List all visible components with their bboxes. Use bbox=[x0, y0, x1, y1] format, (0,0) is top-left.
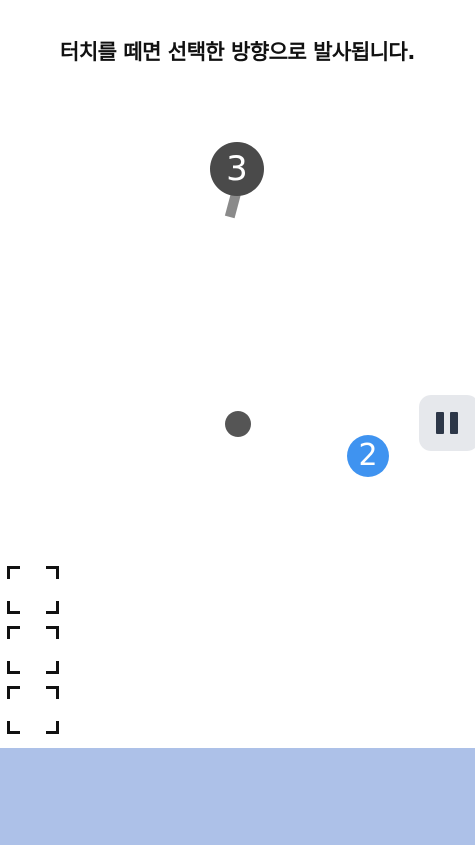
item-slot-2[interactable] bbox=[7, 626, 59, 674]
slot-corner-icon bbox=[7, 721, 20, 734]
pause-button[interactable] bbox=[419, 395, 475, 451]
slot-corner-icon bbox=[46, 566, 59, 579]
slot-corner-icon bbox=[46, 686, 59, 699]
bottom-floor-bar bbox=[0, 748, 475, 845]
projectile-ball bbox=[225, 411, 251, 437]
launcher-ball-count: 3 bbox=[210, 142, 264, 196]
item-slot-3[interactable] bbox=[7, 686, 59, 734]
slot-corner-icon bbox=[46, 661, 59, 674]
instruction-text: 터치를 떼면 선택한 방향으로 발사됩니다. bbox=[60, 40, 415, 64]
target-ball: 2 bbox=[347, 435, 389, 477]
item-slot-1[interactable] bbox=[7, 566, 59, 614]
slot-corner-icon bbox=[7, 686, 20, 699]
slot-corner-icon bbox=[46, 601, 59, 614]
slot-corner-icon bbox=[46, 721, 59, 734]
slot-corner-icon bbox=[46, 626, 59, 639]
ball-launcher[interactable]: 3 bbox=[210, 142, 264, 219]
slot-corner-icon bbox=[7, 566, 20, 579]
pause-icon-bar-right bbox=[450, 412, 458, 434]
slot-corner-icon bbox=[7, 626, 20, 639]
slot-corner-icon bbox=[7, 601, 20, 614]
game-stage[interactable]: 터치를 떼면 선택한 방향으로 발사됩니다. 3 2 bbox=[0, 0, 475, 845]
slot-corner-icon bbox=[7, 661, 20, 674]
pause-icon-bar-left bbox=[436, 412, 444, 434]
